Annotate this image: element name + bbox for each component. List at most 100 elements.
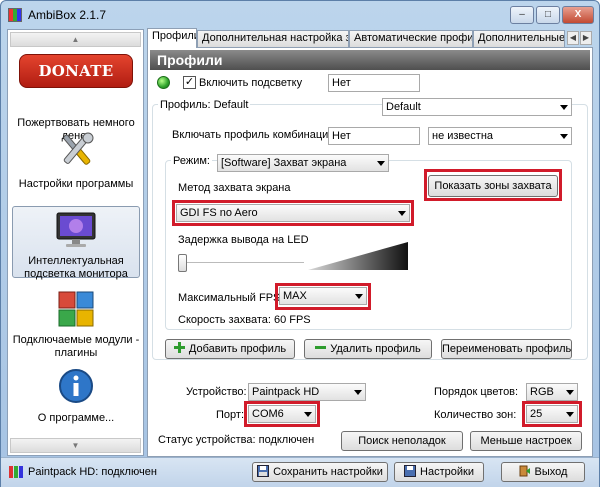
settings-icon (404, 465, 417, 477)
status-led-icon (157, 76, 170, 89)
sidebar-item-label: О программе... (37, 412, 115, 424)
backlight-hotkey-field[interactable]: Нет (328, 74, 420, 92)
sidebar-item-plugins[interactable]: Подключаемые модули - плагины (12, 288, 140, 359)
led-delay-slider-track[interactable] (178, 262, 304, 264)
monitor-icon (56, 212, 96, 247)
tab-zone-settings[interactable]: Дополнительная настройка зон (197, 30, 349, 47)
mode-select-value: [Software] Захват экрана (221, 157, 347, 169)
tab-scroll-right-icon[interactable]: ▶ (580, 31, 592, 45)
color-order-select-value: RGB (530, 386, 554, 398)
rename-profile-button[interactable]: Переименовать профиль (441, 339, 572, 359)
color-order-label: Порядок цветов: (434, 386, 519, 398)
chevron-down-icon (560, 105, 568, 110)
status-device-text: Paintpack HD: подключен (28, 466, 157, 478)
profiles-panel: Профили ✓ Включить подсветку Нет Профиль… (147, 47, 593, 457)
exit-label: Выход (534, 466, 568, 478)
zones-count-select-value: 25 (530, 408, 543, 420)
chevron-down-icon (566, 390, 574, 395)
device-label: Устройство: (186, 386, 247, 398)
profile-select[interactable]: Default (382, 98, 572, 116)
donate-now-badge[interactable]: DONATE NOW (19, 54, 133, 112)
fewer-settings-button[interactable]: Меньше настроек (470, 431, 582, 451)
device-select-value: Paintpack HD (252, 386, 320, 398)
tab-auto-profiles[interactable]: Автоматические профили (349, 30, 473, 47)
max-fps-label: Максимальный FPS (178, 292, 281, 304)
port-select[interactable]: COM6 (248, 405, 316, 423)
capture-method-select[interactable]: GDI FS no Aero (176, 204, 410, 222)
device-status-text: Статус устройства: подключен (158, 434, 315, 446)
enable-backlight-checkbox[interactable]: ✓ (183, 76, 196, 89)
chevron-down-icon (566, 412, 574, 417)
chevron-down-icon (355, 294, 363, 299)
status-bar: Paintpack HD: подключен Сохранить настро… (1, 457, 599, 487)
chevron-down-icon (560, 134, 568, 139)
sidebar-item-label: Интеллектуальная подсветка монитора (24, 255, 128, 280)
capture-method-select-value: GDI FS no Aero (180, 207, 258, 219)
capture-method-label: Метод захвата экрана (178, 182, 291, 194)
profile-group-label: Профиль: Default (158, 99, 251, 112)
port-select-value: COM6 (252, 408, 284, 420)
combo-profile-label: Включать профиль комбинацией: (172, 129, 344, 141)
device-status-icon (9, 466, 23, 478)
close-button[interactable]: X (562, 6, 594, 24)
sidebar-item-about[interactable]: О программе... (12, 368, 140, 428)
tab-strip: Профили Дополнительная настройка зон Авт… (147, 28, 593, 48)
chevron-down-icon (354, 390, 362, 395)
zones-count-select[interactable]: 25 (526, 405, 578, 423)
delete-profile-label: Удалить профиль (330, 343, 421, 355)
mode-select[interactable]: [Software] Захват экрана (217, 154, 389, 172)
maximize-button[interactable]: □ (536, 6, 560, 24)
puzzle-icon (58, 291, 94, 327)
settings-label: Настройки (420, 466, 474, 478)
led-delay-ramp-icon (308, 242, 408, 270)
sidebar: ▲ DONATE NOW Пожертвовать немного денег … (7, 29, 144, 456)
chevron-down-icon (398, 211, 406, 216)
tools-icon (63, 132, 94, 165)
settings-button[interactable]: Настройки (394, 462, 484, 482)
title-bar: AmbiBox 2.1.7 – □ X (1, 1, 599, 29)
sidebar-item-donate[interactable]: DONATE NOW Пожертвовать немного денег (12, 52, 140, 142)
plus-icon (173, 342, 185, 353)
show-zones-button[interactable]: Показать зоны захвата (428, 175, 558, 197)
info-icon (59, 369, 93, 403)
delete-profile-button[interactable]: Удалить профиль (304, 339, 432, 359)
sidebar-item-label: Подключаемые модули - плагины (12, 334, 140, 359)
profile-hotkey-field[interactable]: Нет (328, 127, 420, 145)
sidebar-scroll-down-icon[interactable]: ▼ (10, 438, 141, 453)
minus-icon (315, 342, 327, 353)
save-icon (257, 465, 270, 477)
color-order-select[interactable]: RGB (526, 383, 578, 401)
port-label: Порт: (216, 409, 244, 421)
troubleshoot-button[interactable]: Поиск неполадок (341, 431, 463, 451)
add-profile-label: Добавить профиль (188, 343, 287, 355)
max-fps-select-value: MAX (283, 290, 307, 302)
sidebar-scroll-up-icon[interactable]: ▲ (10, 32, 141, 47)
minimize-button[interactable]: – (510, 6, 534, 24)
device-select[interactable]: Paintpack HD (248, 383, 366, 401)
exit-icon (519, 465, 530, 477)
sidebar-item-program-settings[interactable]: Настройки программы (12, 130, 140, 192)
app-window: AmbiBox 2.1.7 – □ X ▲ DONATE NOW Пожертв… (0, 0, 600, 487)
profile-select-value: Default (386, 101, 421, 113)
tab-scroll-left-icon[interactable]: ◀ (567, 31, 579, 45)
chevron-down-icon (304, 412, 312, 417)
led-delay-label: Задержка вывода на LED (178, 234, 309, 246)
led-delay-slider-thumb[interactable] (178, 254, 187, 272)
tab-profiles[interactable]: Профили (147, 28, 197, 48)
profile-hotkey-select-value: не известна (432, 130, 494, 142)
max-fps-select[interactable]: MAX (279, 287, 367, 305)
add-profile-button[interactable]: Добавить профиль (165, 339, 295, 359)
exit-button[interactable]: Выход (501, 462, 585, 482)
chevron-down-icon (377, 161, 385, 166)
window-title: AmbiBox 2.1.7 (28, 8, 107, 22)
panel-header: Профили (150, 50, 590, 70)
zones-count-label: Количество зон: (434, 409, 517, 421)
app-icon (8, 8, 22, 22)
save-settings-button[interactable]: Сохранить настройки (252, 462, 388, 482)
save-settings-label: Сохранить настройки (273, 466, 383, 478)
tab-additional[interactable]: Дополнительные н (473, 30, 565, 47)
capture-speed-text: Скорость захвата: 60 FPS (178, 314, 311, 326)
sidebar-item-monitor-backlight[interactable]: Интеллектуальная подсветка монитора (12, 206, 140, 280)
profile-hotkey-select[interactable]: не известна (428, 127, 572, 145)
mode-label: Режим: (171, 155, 212, 168)
